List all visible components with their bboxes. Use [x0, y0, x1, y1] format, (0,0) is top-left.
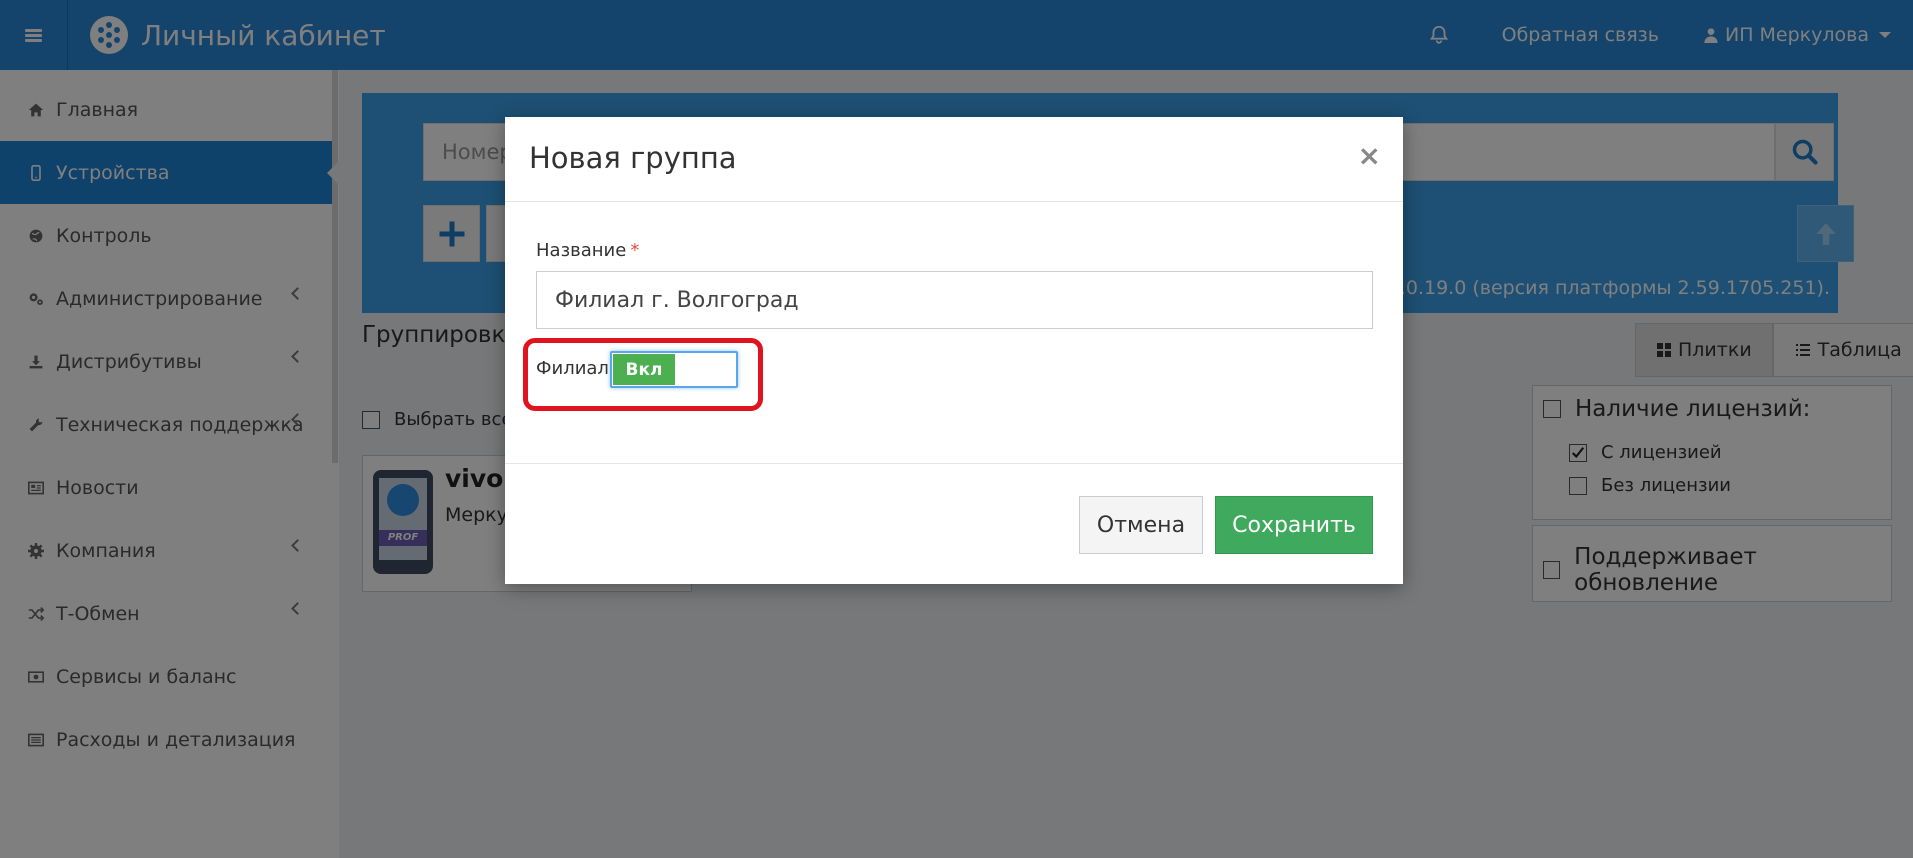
new-group-dialog: Новая группа × Название * Филиал г. Волго…: [505, 117, 1403, 584]
required-mark: *: [630, 240, 640, 261]
save-button[interactable]: Сохранить: [1215, 496, 1373, 554]
branch-label: Филиал: [536, 358, 609, 379]
dialog-header: Новая группа ×: [505, 117, 1403, 202]
switch-on-label: Вкл: [613, 354, 675, 385]
close-icon[interactable]: ×: [1358, 139, 1381, 172]
cancel-button[interactable]: Отмена: [1079, 496, 1203, 554]
name-field-label: Название *: [536, 240, 639, 261]
name-label-text: Название: [536, 240, 627, 261]
dialog-footer: Отмена Сохранить: [505, 463, 1403, 584]
group-name-input[interactable]: Филиал г. Волгоград: [536, 271, 1373, 329]
branch-toggle-switch[interactable]: Вкл: [610, 351, 738, 388]
dialog-title: Новая группа: [529, 141, 737, 175]
